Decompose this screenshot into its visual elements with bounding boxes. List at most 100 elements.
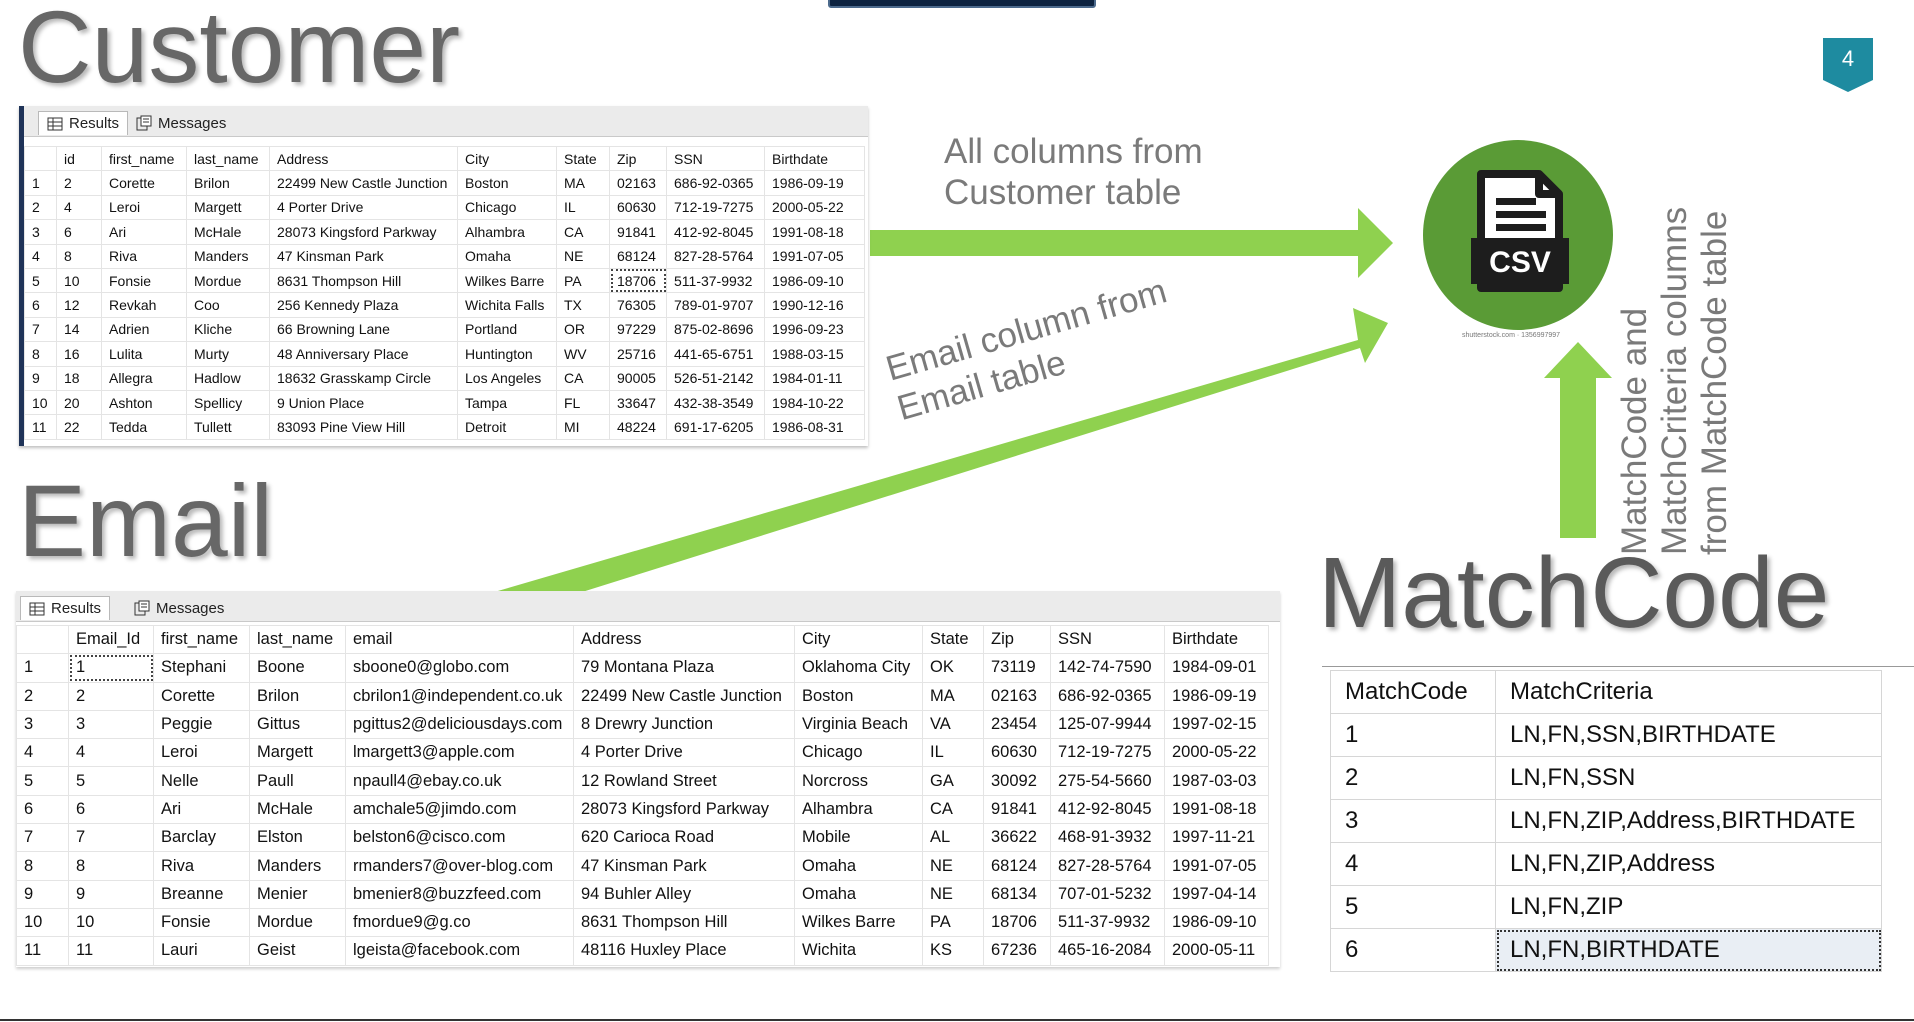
table-cell[interactable]: 18706 (983, 907, 1051, 938)
table-row[interactable]: 2 2 Corette Brilon cbrilon1@independent.co.u… (16, 681, 1269, 711)
table-row[interactable]: 3 3 Peggie Gittus pgittus2@deliciousdays.com… (16, 709, 1269, 740)
table-row[interactable]: 7 7 Barclay Elston belston6@cisco.com 620 Car… (16, 823, 1269, 853)
table-cell[interactable]: 707-01-5232 (1050, 879, 1165, 909)
table-cell[interactable]: Huntington (457, 341, 557, 367)
table-cell[interactable]: 827-28-5764 (666, 243, 765, 269)
table-cell[interactable]: MA (922, 681, 984, 711)
table-cell[interactable]: Tedda (101, 414, 187, 440)
column-header[interactable]: last_name (186, 145, 270, 172)
table-cell[interactable]: bmenier8@buzzfeed.com (345, 879, 574, 909)
table-cell[interactable]: Corette (153, 681, 250, 711)
table-cell[interactable]: Omaha (457, 243, 557, 269)
table-cell[interactable]: cbrilon1@independent.co.uk (345, 681, 574, 711)
table-cell[interactable]: 8 (68, 851, 154, 881)
table-cell[interactable]: Ashton (101, 389, 187, 416)
table-cell[interactable]: Leroi (101, 194, 187, 221)
table-cell[interactable]: 1986-09-19 (1164, 681, 1269, 711)
table-cell[interactable]: NE (556, 243, 610, 269)
table-cell[interactable]: 1984-09-01 (1164, 653, 1269, 683)
table-cell[interactable]: 12 Rowland Street (573, 766, 795, 796)
table-cell[interactable]: Margett (186, 194, 270, 221)
table-cell[interactable]: 827-28-5764 (1050, 851, 1165, 881)
table-cell[interactable]: CA (556, 365, 610, 391)
table-cell[interactable]: 91841 (609, 219, 667, 245)
table-cell[interactable]: 6 (68, 794, 154, 825)
table-cell[interactable]: Virginia Beach (794, 709, 923, 740)
table-cell[interactable]: VA (922, 709, 984, 740)
row-number-cell[interactable]: 7 (24, 316, 57, 343)
table-cell[interactable]: 1988-03-15 (764, 341, 865, 367)
table-cell[interactable]: rmanders7@over-blog.com (345, 851, 574, 881)
table-cell[interactable]: 18632 Grasskamp Circle (269, 365, 458, 391)
table-cell[interactable]: 47 Kinsman Park (573, 851, 795, 881)
table-cell[interactable]: 3 (1330, 799, 1496, 843)
table-cell[interactable]: 712-19-7275 (1050, 738, 1165, 768)
table-cell[interactable]: Allegra (101, 365, 187, 391)
table-cell[interactable]: 1987-03-03 (1164, 766, 1269, 796)
table-row[interactable]: 3 LN,FN,ZIP,Address,BIRTHDATE (1330, 799, 1882, 843)
row-number-cell[interactable]: 9 (16, 879, 69, 909)
column-header[interactable]: Zip (983, 624, 1051, 655)
table-cell[interactable]: Portland (457, 316, 557, 343)
table-cell[interactable]: 511-37-9932 (1050, 907, 1165, 938)
table-row[interactable]: 4 LN,FN,ZIP,Address (1330, 842, 1882, 886)
table-cell[interactable]: 16 (56, 341, 102, 367)
table-cell[interactable]: LN,FN,ZIP,Address,BIRTHDATE (1495, 799, 1882, 843)
column-header[interactable]: Email_Id (68, 624, 154, 655)
table-cell[interactable]: Wichita Falls (457, 292, 557, 318)
table-cell[interactable]: Murty (186, 341, 270, 367)
table-cell[interactable]: Kliche (186, 316, 270, 343)
table-cell[interactable]: WV (556, 341, 610, 367)
column-header[interactable]: SSN (666, 145, 765, 172)
table-cell[interactable]: 25716 (609, 341, 667, 367)
table-cell[interactable]: 4 (68, 738, 154, 768)
column-header[interactable]: Birthdate (1164, 624, 1269, 655)
row-number-cell[interactable]: 3 (24, 219, 57, 245)
table-cell[interactable]: lmargett3@apple.com (345, 738, 574, 768)
table-cell[interactable]: LN,FN,ZIP (1495, 885, 1882, 929)
table-cell[interactable]: 1991-08-18 (1164, 794, 1269, 825)
table-cell[interactable]: 48116 Huxley Place (573, 936, 795, 966)
table-cell[interactable]: 18 (56, 365, 102, 391)
table-cell[interactable]: McHale (249, 794, 346, 825)
table-cell[interactable]: 20 (56, 389, 102, 416)
table-cell[interactable]: Boston (457, 170, 557, 196)
table-cell[interactable]: 36622 (983, 823, 1051, 853)
table-cell[interactable]: Barclay (153, 823, 250, 853)
table-cell[interactable]: Elston (249, 823, 346, 853)
table-cell[interactable]: 33647 (609, 389, 667, 416)
row-number-cell[interactable]: 3 (16, 709, 69, 740)
table-cell[interactable]: LN,FN,SSN,BIRTHDATE (1495, 713, 1882, 757)
column-header[interactable]: Zip (609, 145, 667, 172)
table-cell[interactable]: MA (556, 170, 610, 196)
table-cell[interactable]: Revkah (101, 292, 187, 318)
column-header[interactable]: id (56, 145, 102, 172)
table-cell[interactable]: Mobile (794, 823, 923, 853)
table-cell[interactable]: Los Angeles (457, 365, 557, 391)
table-cell[interactable]: 9 (68, 879, 154, 909)
table-cell[interactable]: NE (922, 851, 984, 881)
table-cell[interactable]: 02163 (609, 170, 667, 196)
table-cell[interactable]: TX (556, 292, 610, 318)
table-cell[interactable]: 94 Buhler Alley (573, 879, 795, 909)
table-cell[interactable]: 83093 Pine View Hill (269, 414, 458, 440)
table-cell[interactable]: 6 (1330, 928, 1496, 972)
table-row[interactable]: 10 10 Fonsie Mordue fmordue9@g.co 8631 Thomps… (16, 907, 1269, 938)
table-cell[interactable]: Stephani (153, 653, 250, 683)
results-tab[interactable]: Results (20, 596, 111, 620)
table-cell[interactable]: 28073 Kingsford Parkway (573, 794, 795, 825)
table-row[interactable]: 10 20 Ashton Spellicy 9 Union Place Tampa FL 33… (24, 389, 865, 416)
messages-tab[interactable]: Messages (128, 111, 234, 135)
column-header[interactable]: City (457, 145, 557, 172)
table-cell[interactable]: 10 (56, 267, 102, 294)
table-cell[interactable]: 4 (56, 194, 102, 221)
table-cell[interactable]: 412-92-8045 (666, 219, 765, 245)
table-cell[interactable]: Mordue (186, 267, 270, 294)
table-cell[interactable]: 12 (56, 292, 102, 318)
table-cell[interactable]: fmordue9@g.co (345, 907, 574, 938)
table-cell[interactable]: 686-92-0365 (1050, 681, 1165, 711)
table-cell[interactable]: 4 Porter Drive (269, 194, 458, 221)
table-cell[interactable]: Nelle (153, 766, 250, 796)
table-cell[interactable]: 275-54-5660 (1050, 766, 1165, 796)
table-cell[interactable]: 511-37-9932 (666, 267, 765, 294)
